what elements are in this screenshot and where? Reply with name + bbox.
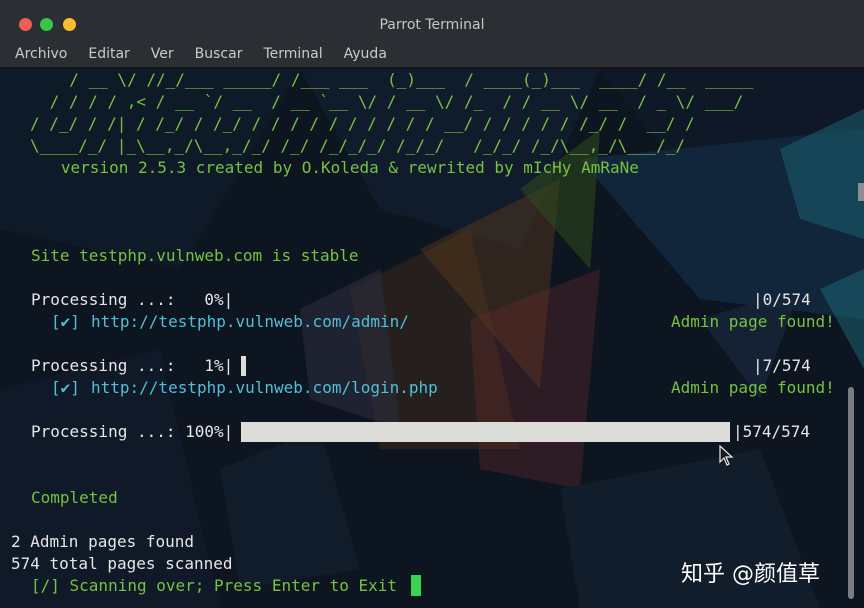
text-cursor	[411, 575, 421, 596]
progress-bar-2	[241, 356, 246, 376]
menu-buscar[interactable]: Buscar	[192, 44, 246, 64]
terminal-output[interactable]: / __ \/ //_/___ _____/ /___ ___ (_)___ /…	[0, 69, 864, 608]
progress-bar-3	[241, 422, 730, 442]
watermark-text: 知乎 @颜值草	[681, 562, 820, 587]
result-status-2: Admin page found!	[671, 378, 835, 397]
banner-line-1: / __ \/ //_/___ _____/ /___ ___ (_)___ /…	[50, 70, 754, 89]
menu-ayuda[interactable]: Ayuda	[341, 44, 390, 64]
terminal-window: Parrot Terminal Archivo Editar Ver Busca…	[0, 0, 864, 608]
scrollbar-thumb[interactable]	[848, 387, 854, 599]
scroll-up-marker[interactable]	[858, 183, 864, 201]
progress-count-1: |0/574	[753, 290, 811, 309]
progress-label-1: Processing ...: 0%|	[31, 290, 234, 309]
progress-label-2: Processing ...: 1%|	[31, 356, 234, 375]
banner-line-4: \____/_/ |_\__,_/\__,_/_/ /_/ /_/_/_/ /_…	[30, 136, 686, 155]
result-mark-1: [✔]	[51, 312, 80, 331]
result-mark-2: [✔]	[51, 378, 80, 397]
exit-prompt: [/] Scanning over; Press Enter to Exit	[31, 576, 398, 595]
menu-editar[interactable]: Editar	[85, 44, 132, 64]
admin-pages-summary: 2 Admin pages found	[11, 532, 195, 551]
version-line: version 2.5.3 created by O.Koleda & rewr…	[32, 158, 639, 177]
progress-count-2: |7/574	[753, 356, 811, 375]
menu-archivo[interactable]: Archivo	[12, 44, 70, 64]
banner-line-3: / /_/ / /| / /_/ / /_/ / / / / / / / / /…	[30, 114, 695, 133]
menu-ver[interactable]: Ver	[148, 44, 177, 64]
progress-label-3: Processing ...: 100%|	[31, 422, 234, 441]
menu-bar: Archivo Editar Ver Buscar Terminal Ayuda	[0, 40, 864, 68]
progress-count-3: |574/574	[733, 422, 811, 441]
result-status-1: Admin page found!	[671, 312, 835, 331]
total-pages-summary: 574 total pages scanned	[11, 554, 233, 573]
menu-terminal[interactable]: Terminal	[260, 44, 325, 64]
completed-label: Completed	[31, 488, 118, 507]
result-url-2: http://testphp.vulnweb.com/login.php	[91, 378, 438, 397]
title-bar: Parrot Terminal	[0, 0, 864, 41]
site-status: Site testphp.vulnweb.com is stable	[31, 246, 359, 265]
banner-line-2: / / / / ,< / __ `/ __ / __ `__ \/ / __ \…	[40, 92, 744, 111]
window-title: Parrot Terminal	[379, 17, 485, 33]
mouse-pointer-icon	[719, 445, 734, 466]
result-url-1: http://testphp.vulnweb.com/admin/	[91, 312, 409, 331]
